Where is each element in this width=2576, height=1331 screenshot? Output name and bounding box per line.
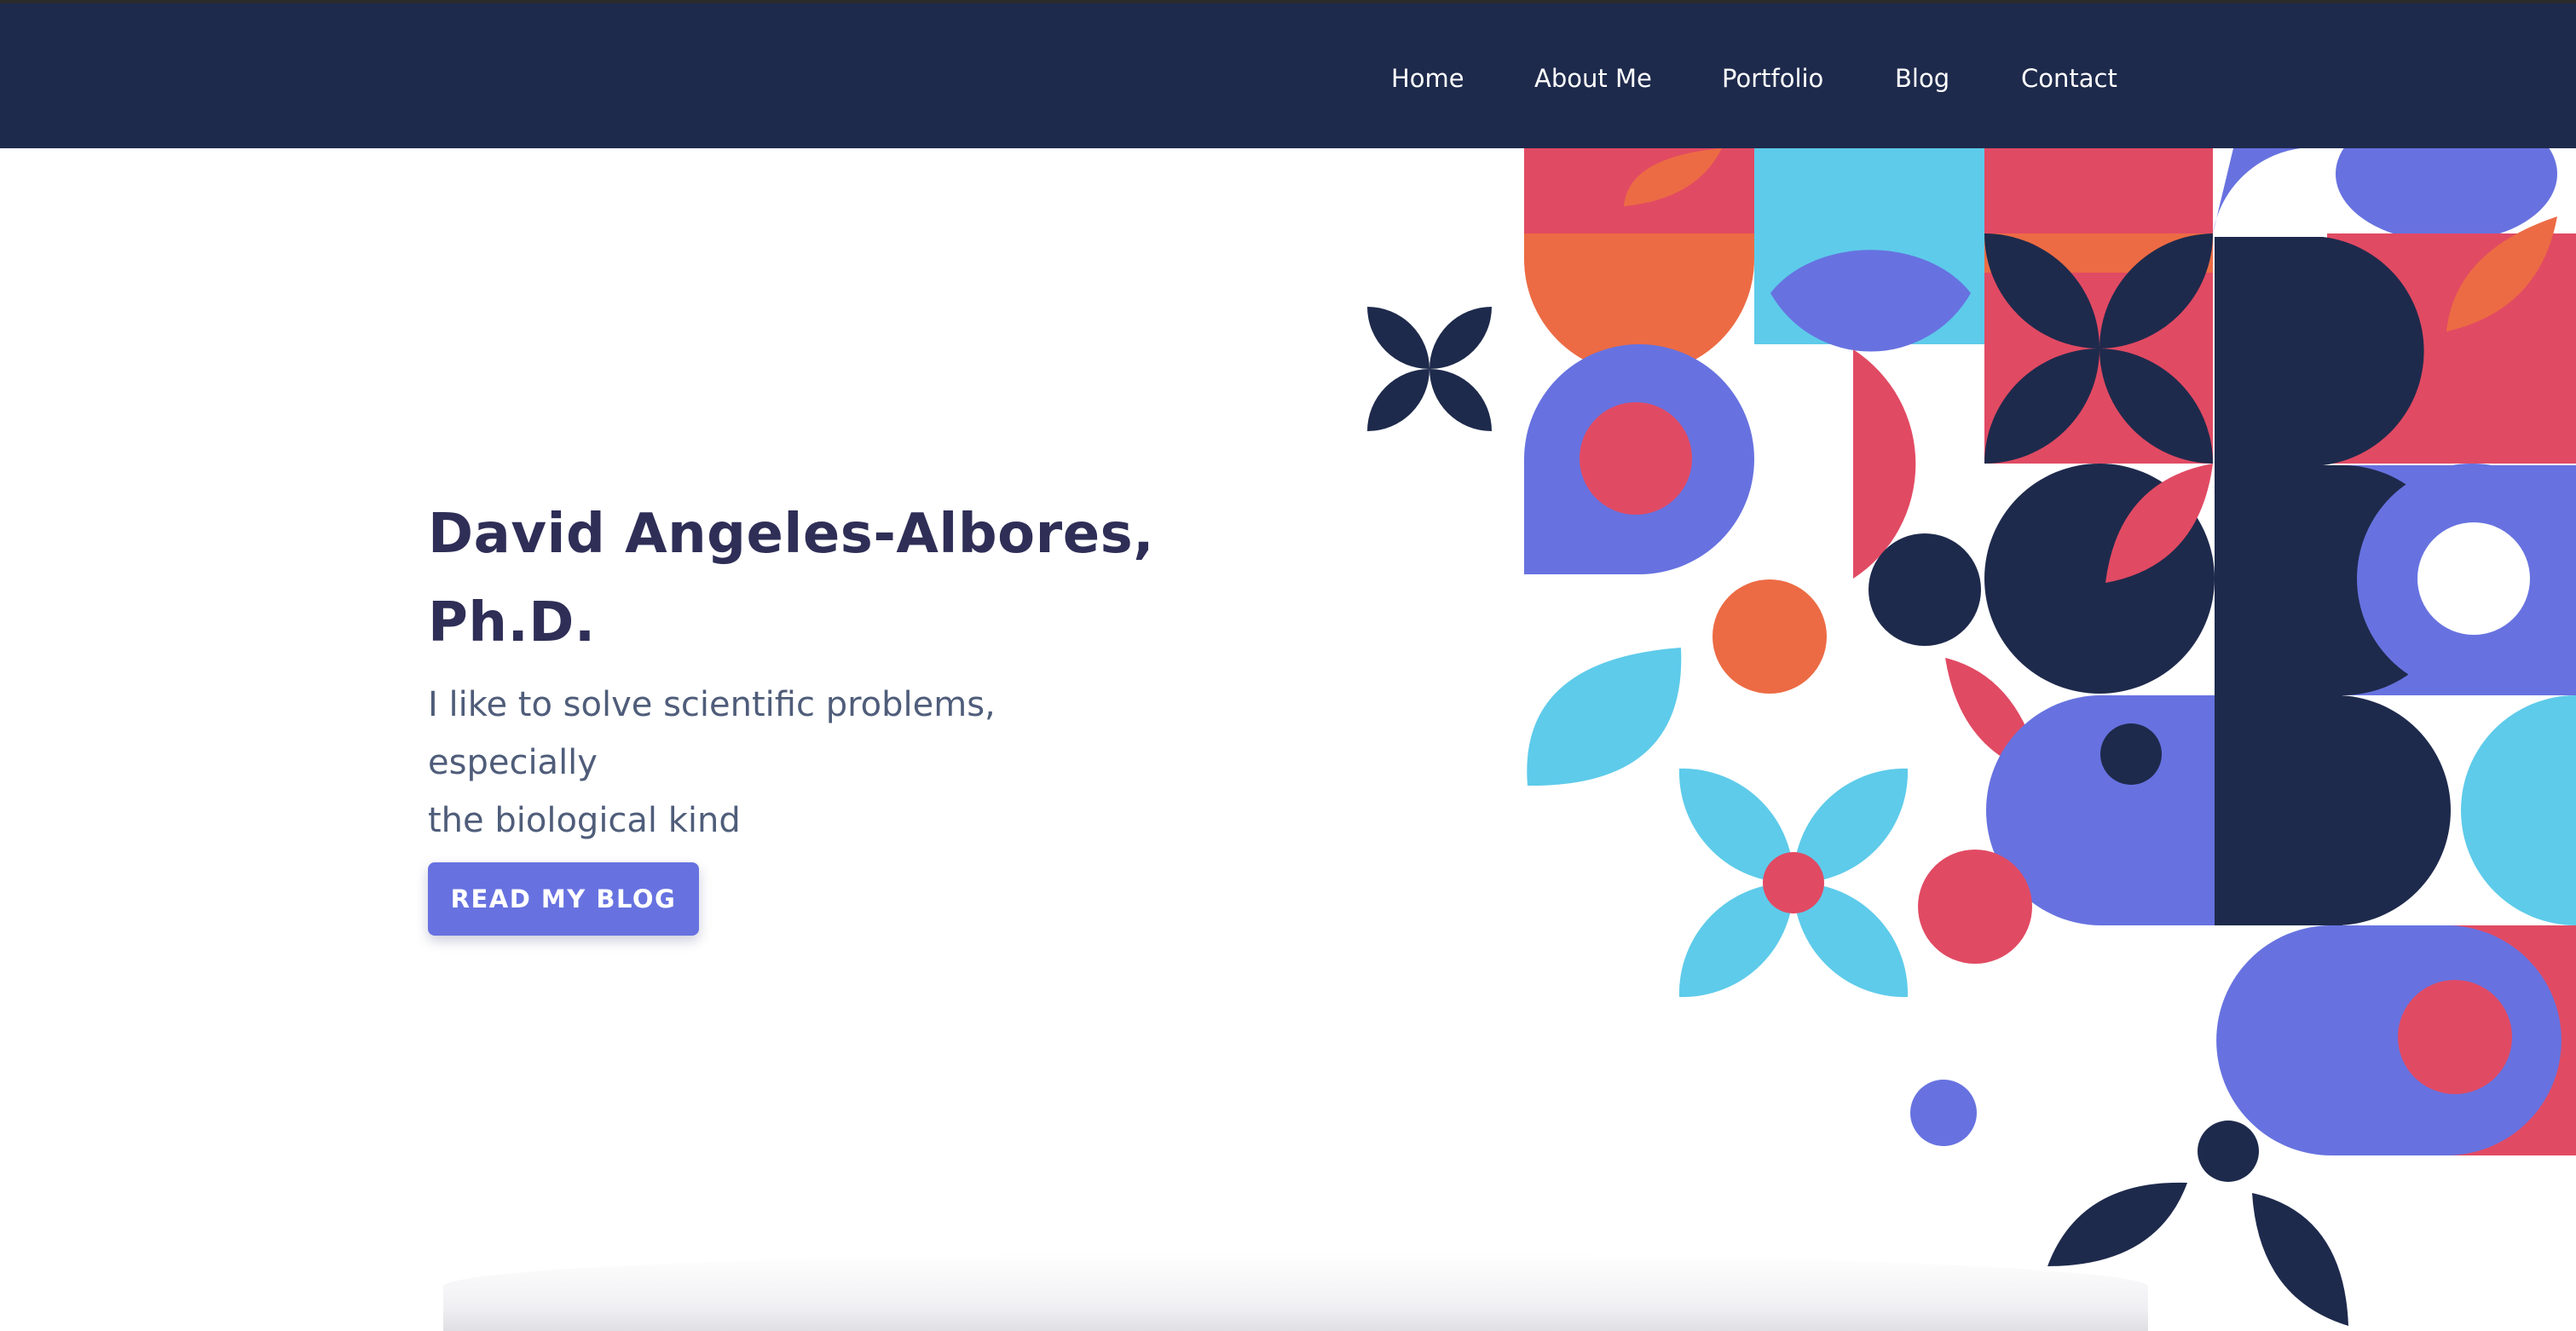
navy-small-dot-shape — [2100, 723, 2162, 785]
page: Home About Me Portfolio Blog Contact Dav… — [0, 0, 2576, 1331]
geometric-pattern-illustration — [1367, 148, 2576, 1326]
top-navigation-bar: Home About Me Portfolio Blog Contact — [0, 0, 2576, 148]
red-dot-lower-shape — [2398, 980, 2512, 1094]
navy-small-flower-shape — [1367, 307, 1492, 431]
white-hole-shape — [2417, 522, 2530, 635]
red-dot-shape — [1580, 402, 1692, 515]
hero-title-line-1: David Angeles-Albores, — [428, 503, 1154, 566]
navy-bottom-dot-shape — [2198, 1121, 2259, 1182]
hero-section: David Angeles-Albores, Ph.D. I like to s… — [428, 490, 1178, 850]
main-nav: Home About Me Portfolio Blog Contact — [0, 3, 2576, 152]
nav-link-portfolio[interactable]: Portfolio — [1722, 63, 1823, 94]
sky-half-right-shape — [2461, 695, 2576, 925]
nav-link-contact[interactable]: Contact — [2021, 63, 2117, 94]
bottom-shadow — [443, 1253, 2148, 1331]
hero-title: David Angeles-Albores, Ph.D. — [428, 490, 1178, 667]
read-my-blog-button[interactable]: READ MY BLOG — [428, 862, 699, 936]
navy-d-shape-lower — [2215, 695, 2451, 925]
hero-subtitle-line-2: the biological kind — [428, 801, 741, 840]
red-flower-center-shape — [1763, 852, 1824, 913]
periwinkle-quarter-shape — [2213, 148, 2327, 233]
nav-link-about-me[interactable]: About Me — [1534, 63, 1652, 94]
hero-subtitle: I like to solve scientific problems, esp… — [428, 676, 1161, 850]
navy-circle-shape — [1868, 533, 1981, 646]
sky-leaf-shape — [1527, 648, 1682, 786]
periwinkle-ellipse-shape — [2336, 148, 2557, 242]
navy-leaf-right-shape — [2252, 1193, 2348, 1326]
nav-link-home[interactable]: Home — [1391, 63, 1464, 94]
hero-title-line-2: Ph.D. — [428, 591, 596, 654]
orange-circle-shape — [1713, 579, 1827, 694]
red-circle-shape — [1918, 850, 2032, 964]
navy-leaf-left-shape — [2048, 1182, 2187, 1266]
periwinkle-small-dot-shape — [1910, 1080, 1977, 1146]
nav-link-blog[interactable]: Blog — [1895, 63, 1949, 94]
hero-subtitle-line-1: I like to solve scientific problems, esp… — [428, 685, 996, 782]
